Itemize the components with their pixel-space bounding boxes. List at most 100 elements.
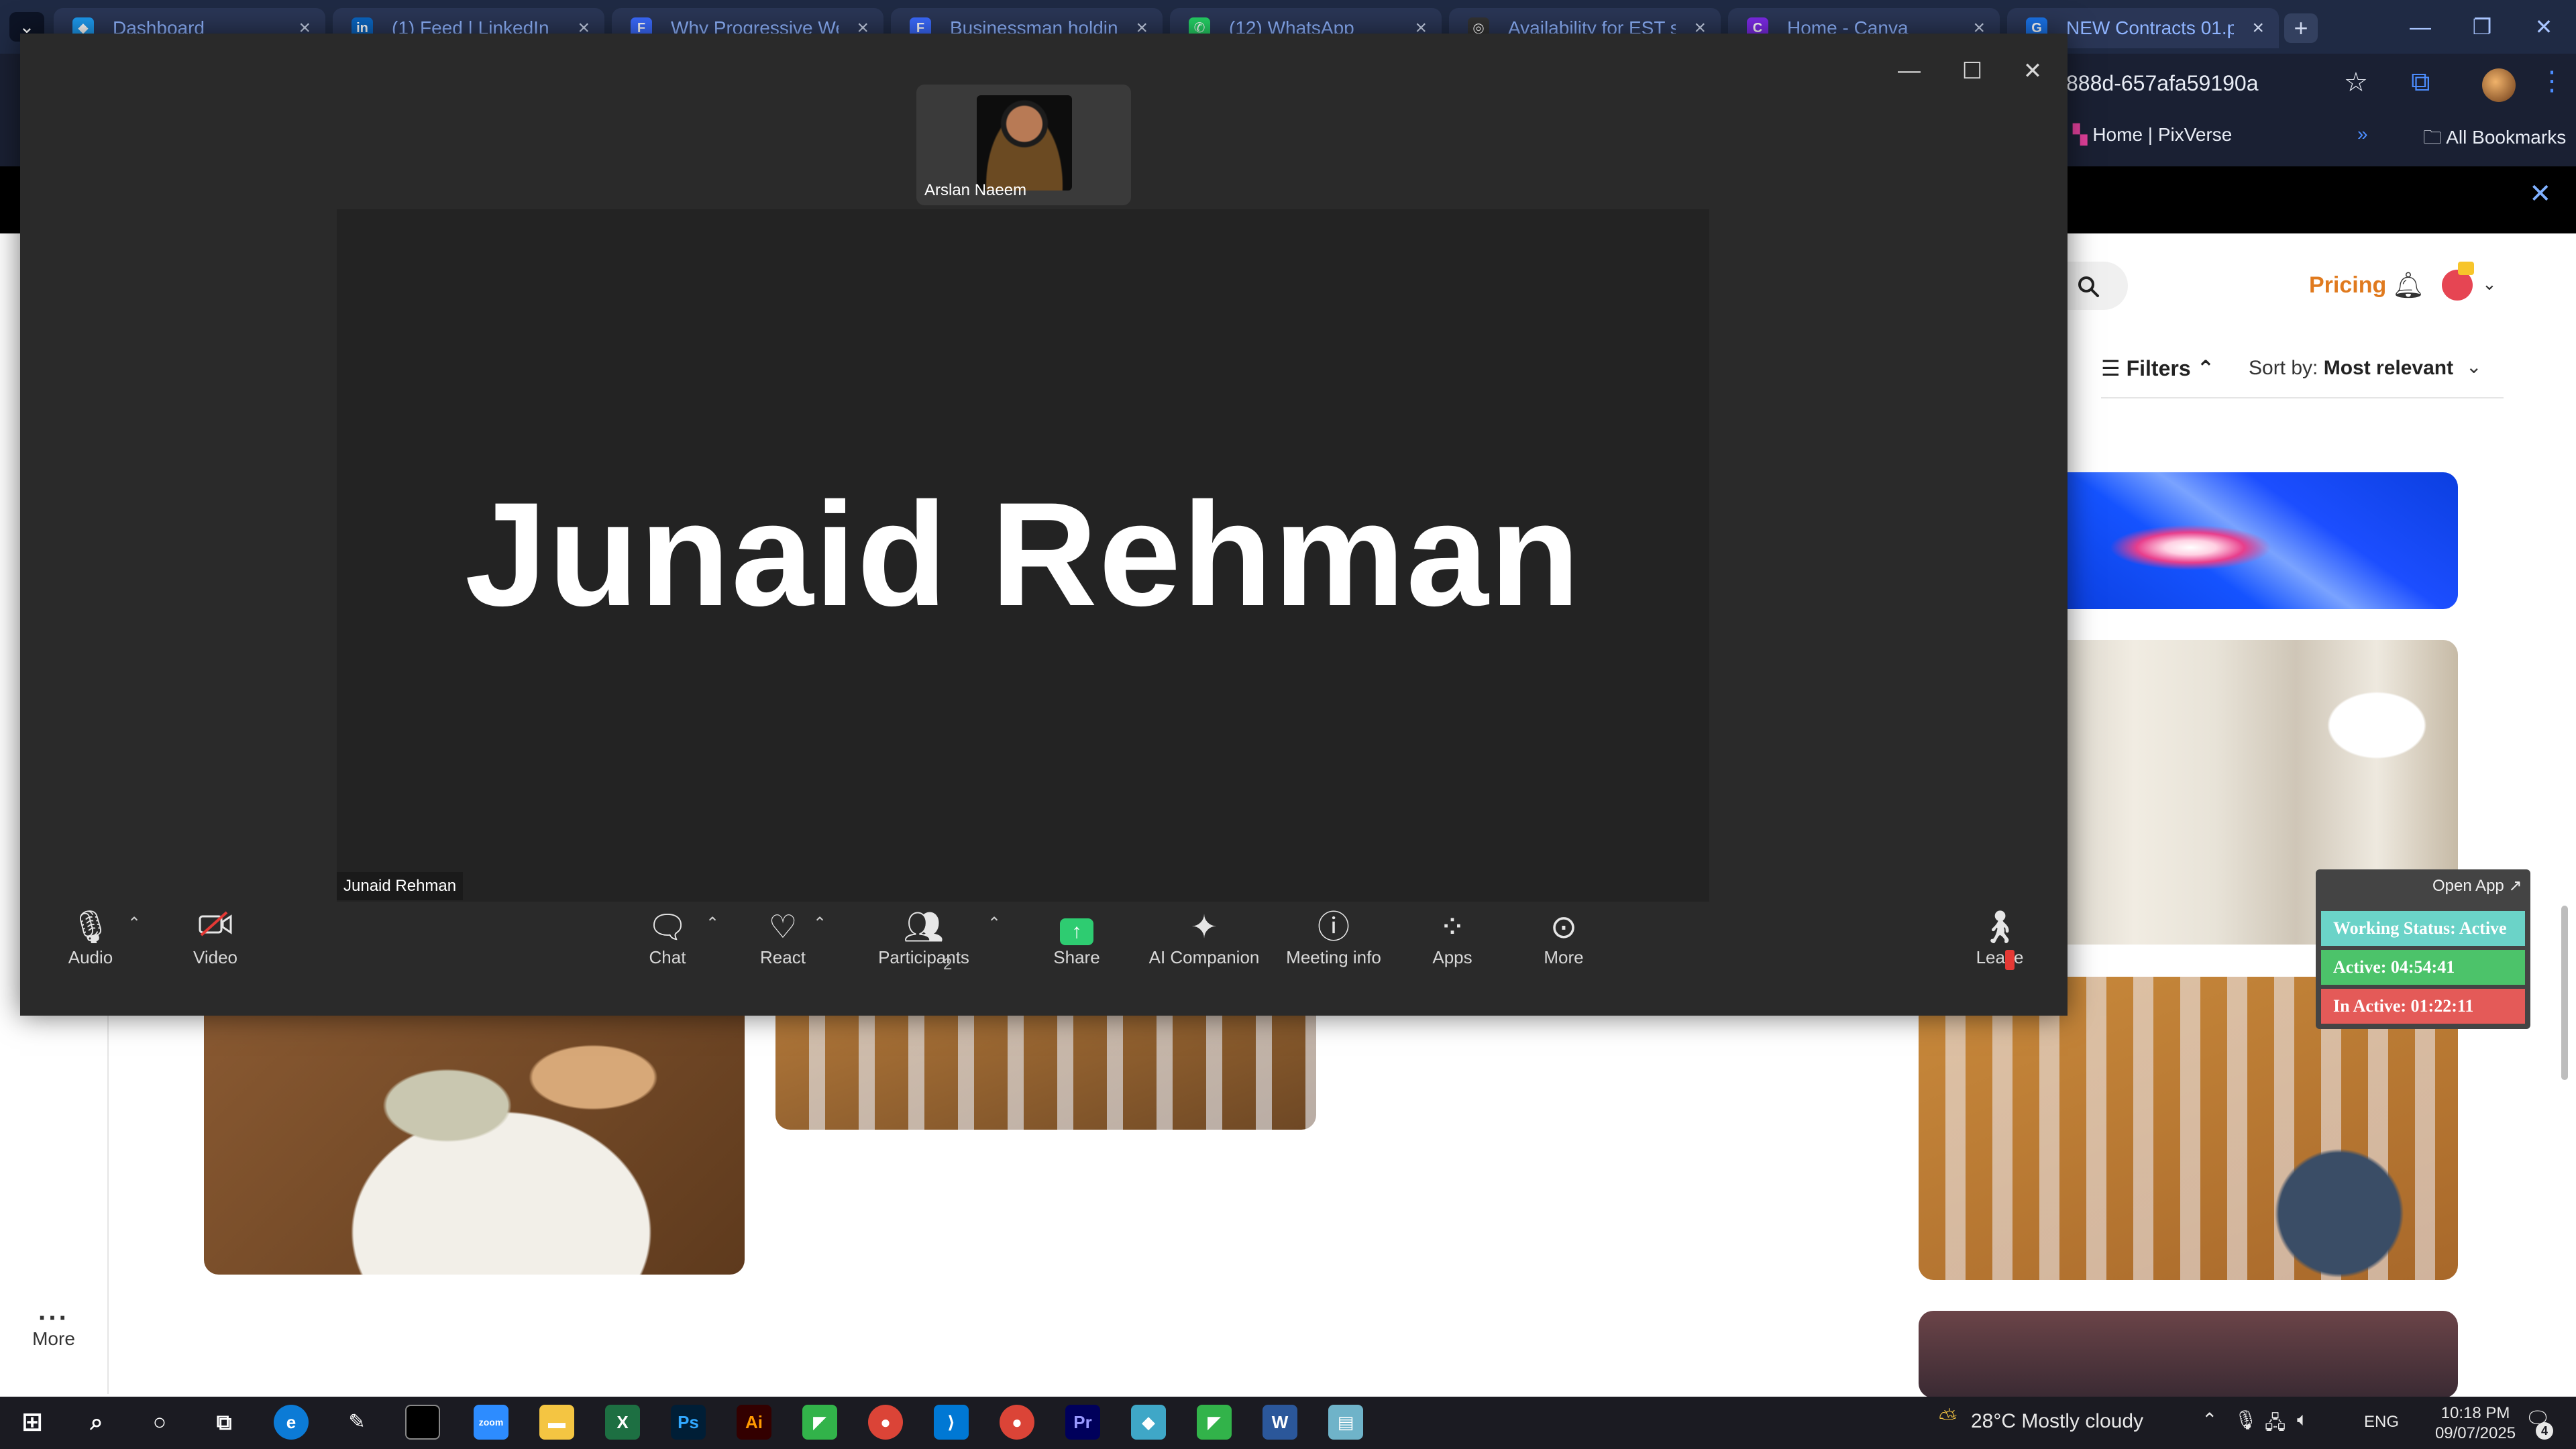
browser-menu-icon[interactable]: ⋮: [2538, 66, 2565, 97]
pixverse-icon: ▚: [2073, 124, 2088, 145]
video-button[interactable]: Video: [165, 908, 266, 968]
page-scrollbar[interactable]: [2561, 906, 2568, 1080]
green-app-2-icon[interactable]: ◤: [1197, 1405, 1232, 1440]
chevron-down-icon[interactable]: ⌄: [2482, 274, 2497, 294]
restore-browser-icon[interactable]: ❐: [2451, 0, 2513, 54]
excel-icon[interactable]: X: [605, 1405, 640, 1440]
language-indicator[interactable]: ENG: [2364, 1413, 2399, 1432]
chrome-profile-icon[interactable]: ●: [1000, 1405, 1034, 1440]
leave-button[interactable]: 🚶︎ Leave: [1949, 908, 2050, 968]
participant-photo: [977, 95, 1072, 191]
video-off-icon-graphic: [199, 911, 232, 936]
share-arrow-icon: ↑: [1060, 918, 1093, 945]
more-bookmarks-chevron-icon[interactable]: »: [2357, 123, 2368, 145]
minimize-zoom-icon[interactable]: —: [1889, 58, 1929, 84]
minimize-browser-icon[interactable]: —: [2390, 0, 2451, 54]
audio-button[interactable]: 🎙︎ Audio: [40, 908, 141, 968]
info-icon: ⓘ: [1317, 910, 1350, 945]
meeting-info-button[interactable]: ⓘ Meeting info: [1273, 908, 1394, 968]
close-zoom-icon[interactable]: ✕: [2012, 58, 2053, 85]
participant-thumbnail-name: Arslan Naeem: [924, 181, 1027, 199]
extensions-icon[interactable]: ⧉: [2411, 67, 2430, 97]
bookmark-star-icon[interactable]: ☆: [2344, 67, 2368, 98]
photoshop-icon[interactable]: Ps: [671, 1405, 706, 1440]
edge-icon[interactable]: e: [274, 1405, 309, 1440]
sort-value: Most relevant: [2323, 357, 2454, 379]
stock-image-phones-notebook[interactable]: [204, 993, 745, 1275]
participants-options-caret-icon[interactable]: ⌃: [987, 914, 1001, 933]
pricing-link[interactable]: Pricing: [2309, 272, 2386, 299]
windows-start-icon[interactable]: ⊞: [15, 1405, 50, 1440]
participants-icon: 👥︎: [903, 910, 945, 945]
toolbar-label: Chat: [649, 947, 686, 967]
green-app-icon[interactable]: ◤: [802, 1405, 837, 1440]
toolbar-label: AI Companion: [1148, 947, 1260, 967]
filter-sliders-icon: ☰: [2101, 356, 2121, 380]
toolbar-label: Meeting info: [1286, 947, 1381, 967]
word-icon[interactable]: W: [1263, 1405, 1297, 1440]
illustrator-icon[interactable]: Ai: [737, 1405, 771, 1440]
sort-label: Sort by:: [2249, 357, 2318, 379]
tray-chevron-icon[interactable]: ⌃: [2202, 1409, 2217, 1431]
vscode-icon[interactable]: ⟩: [934, 1405, 969, 1440]
blue-app-icon[interactable]: ◆: [1131, 1405, 1166, 1440]
share-icon-wrap: ↑: [1026, 908, 1127, 947]
close-banner-icon[interactable]: ✕: [2529, 178, 2552, 209]
chat-button[interactable]: 🗨︎ Chat: [617, 908, 718, 968]
sparkle-icon: ✦: [1190, 910, 1218, 945]
pen-icon[interactable]: ✎: [339, 1405, 374, 1440]
filters-label: Filters: [2126, 356, 2191, 380]
all-bookmarks[interactable]: 🗀 All Bookmarks: [2423, 123, 2566, 156]
sort-divider: [2101, 397, 2504, 398]
chat-bubble-icon: 🗨︎: [647, 910, 688, 945]
share-button[interactable]: ↑ Share: [1026, 908, 1127, 968]
bookmark-label: All Bookmarks: [2446, 127, 2567, 148]
apps-button[interactable]: ⁘ Apps: [1402, 908, 1503, 968]
tray-mic-icon[interactable]: 🎙︎: [2234, 1409, 2258, 1431]
react-options-caret-icon[interactable]: ⌃: [813, 914, 826, 933]
audio-options-caret-icon[interactable]: ⌃: [127, 914, 141, 933]
network-icon[interactable]: 🖧︎: [2265, 1409, 2286, 1441]
bookmark-pixverse[interactable]: ▚ Home | PixVerse: [2073, 123, 2232, 146]
cortana-icon[interactable]: ○: [142, 1405, 177, 1440]
weather-cloud-icon[interactable]: ⛅︎: [1939, 1406, 1957, 1432]
participants-button[interactable]: 👥︎ Participants: [873, 908, 974, 968]
participants-count: 2: [943, 955, 953, 973]
volume-icon[interactable]: 🔈︎: [2297, 1409, 2308, 1431]
close-browser-icon[interactable]: ✕: [2513, 0, 2575, 54]
maximize-zoom-icon[interactable]: ☐: [1952, 58, 1992, 85]
sort-dropdown[interactable]: Sort by: Most relevant: [2249, 357, 2453, 380]
premiere-icon[interactable]: Pr: [1065, 1405, 1100, 1440]
notes-icon[interactable]: ▤: [1328, 1405, 1363, 1440]
more-button[interactable]: ⊙ More: [1513, 908, 1614, 968]
folder-icon: 🗀: [2423, 127, 2443, 148]
premium-crown-icon: [2458, 262, 2474, 275]
chrome-icon[interactable]: ●: [868, 1405, 903, 1440]
profile-avatar[interactable]: [2482, 68, 2516, 102]
terminal-icon[interactable]: [405, 1405, 440, 1440]
filters-toggle[interactable]: ☰ Filters ⌃: [2101, 356, 2214, 381]
stock-image-hands[interactable]: [1919, 1311, 2458, 1398]
chat-options-caret-icon[interactable]: ⌃: [706, 914, 719, 933]
notification-bell-icon[interactable]: 🔔︎: [2392, 271, 2424, 301]
toolbar-label: React: [760, 947, 806, 967]
stock-image-pie-chart[interactable]: [2053, 472, 2458, 609]
bookmark-label: Home | PixVerse: [2092, 124, 2233, 145]
toolbar-label: Video: [193, 947, 238, 967]
search-icon[interactable]: [2077, 275, 2100, 298]
toolbar-label: Participants: [878, 947, 969, 967]
tracker-open-app-link[interactable]: Open App ↗: [2432, 876, 2522, 896]
search-icon[interactable]: ⌕: [79, 1405, 114, 1440]
sidebar-more-button[interactable]: ··· More: [27, 1305, 80, 1350]
chevron-down-icon[interactable]: ⌄: [2466, 356, 2481, 378]
close-tab-icon[interactable]: ×: [2252, 8, 2264, 48]
zoom-taskbar-icon[interactable]: zoom: [474, 1405, 508, 1440]
task-view-icon[interactable]: ⧉: [207, 1405, 241, 1440]
taskbar-clock[interactable]: 10:18 PM 09/07/2025: [2428, 1403, 2522, 1444]
new-tab-button[interactable]: +: [2284, 13, 2318, 43]
file-explorer-icon[interactable]: ▬: [539, 1405, 574, 1440]
weather-text[interactable]: 28°C Mostly cloudy: [1971, 1410, 2143, 1433]
address-bar-url[interactable]: 888d-657afa59190a: [2066, 71, 2259, 96]
speaker-display-name: Junaid Rehman: [464, 472, 1582, 637]
ai-companion-button[interactable]: ✦ AI Companion: [1140, 908, 1268, 968]
